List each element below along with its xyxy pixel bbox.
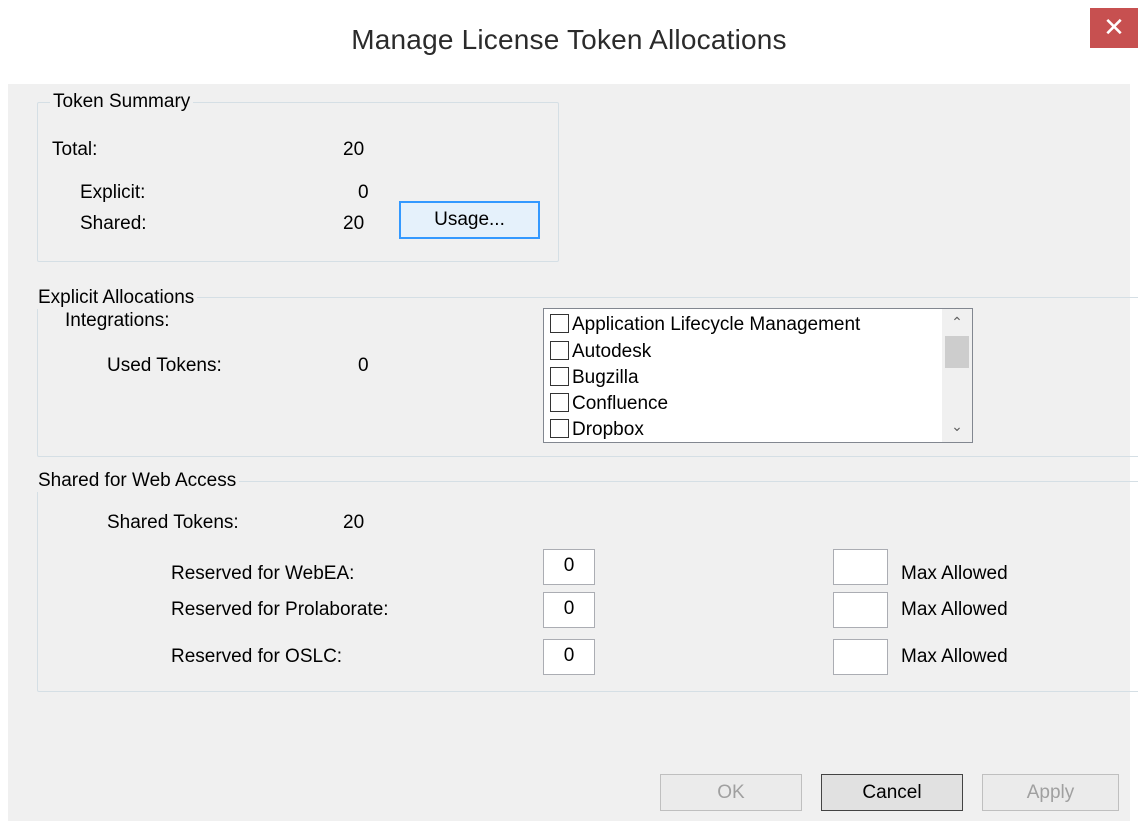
list-item[interactable]: Bugzilla (550, 365, 639, 391)
shared-tokens-value: 20 (343, 512, 365, 533)
list-item[interactable]: Dropbox (550, 417, 644, 442)
checkbox[interactable] (550, 392, 569, 412)
reserved-prolaborate-label: Reserved for Prolaborate: (171, 599, 389, 620)
reserved-oslc-field[interactable]: 0 (543, 639, 595, 675)
scroll-thumb[interactable] (945, 336, 969, 368)
ok-button[interactable]: OK (660, 774, 802, 811)
integration-label: Application Lifecycle Management (572, 314, 861, 335)
cancel-button[interactable]: Cancel (821, 774, 963, 811)
used-tokens-label: Used Tokens: (107, 355, 222, 376)
dialog-body: Token Summary Total: 20 Explicit: 0 Shar… (8, 84, 1138, 821)
chevron-down-icon[interactable]: ⌄ (942, 413, 972, 439)
integration-label: Confluence (572, 393, 669, 414)
list-item[interactable]: Application Lifecycle Management (550, 312, 860, 338)
max-allowed-prolaborate-field[interactable] (833, 592, 888, 628)
integrations-listbox[interactable]: Application Lifecycle Management Autodes… (543, 308, 973, 443)
token-summary-legend: Token Summary (50, 91, 194, 113)
max-allowed-webea-field[interactable] (833, 549, 888, 585)
integration-label: Autodesk (572, 341, 652, 362)
shared-web-legend: Shared for Web Access (36, 470, 240, 492)
reserved-webea-field[interactable]: 0 (543, 549, 595, 585)
integration-label: Bugzilla (572, 367, 639, 388)
reserved-prolaborate-field[interactable]: 0 (543, 592, 595, 628)
max-allowed-webea-label: Max Allowed (901, 563, 1008, 584)
close-icon: ✕ (1103, 12, 1125, 42)
total-label: Total: (52, 139, 98, 160)
title-bar: Manage License Token Allocations ✕ (0, 0, 1138, 84)
chevron-up-icon[interactable]: ⌃ (942, 309, 972, 335)
vertical-scrollbar[interactable]: ⌃ ⌄ (942, 309, 972, 442)
explicit-label: Explicit: (80, 182, 146, 203)
max-allowed-oslc-label: Max Allowed (901, 646, 1008, 667)
checkbox[interactable] (550, 366, 569, 386)
apply-button[interactable]: Apply (982, 774, 1119, 811)
checkbox[interactable] (550, 340, 569, 360)
window-title: Manage License Token Allocations (351, 24, 787, 55)
shared-value: 20 (343, 213, 365, 234)
list-item[interactable]: Autodesk (550, 339, 651, 365)
max-allowed-oslc-field[interactable] (833, 639, 888, 675)
integrations-label: Integrations: (65, 310, 170, 331)
reserved-webea-label: Reserved for WebEA: (171, 563, 355, 584)
checkbox[interactable] (550, 313, 569, 333)
used-tokens-value: 0 (358, 355, 369, 376)
total-value: 20 (343, 139, 365, 160)
reserved-oslc-label: Reserved for OSLC: (171, 646, 343, 667)
explicit-allocations-legend: Explicit Allocations (36, 287, 198, 309)
max-allowed-prolaborate-label: Max Allowed (901, 599, 1008, 620)
shared-tokens-label: Shared Tokens: (107, 512, 239, 533)
integration-label: Dropbox (572, 419, 644, 440)
list-item[interactable]: Confluence (550, 391, 668, 417)
checkbox[interactable] (550, 418, 569, 438)
usage-button[interactable]: Usage... (399, 201, 540, 239)
close-button[interactable]: ✕ (1090, 8, 1138, 48)
shared-label: Shared: (80, 213, 147, 234)
explicit-value: 0 (358, 182, 369, 203)
